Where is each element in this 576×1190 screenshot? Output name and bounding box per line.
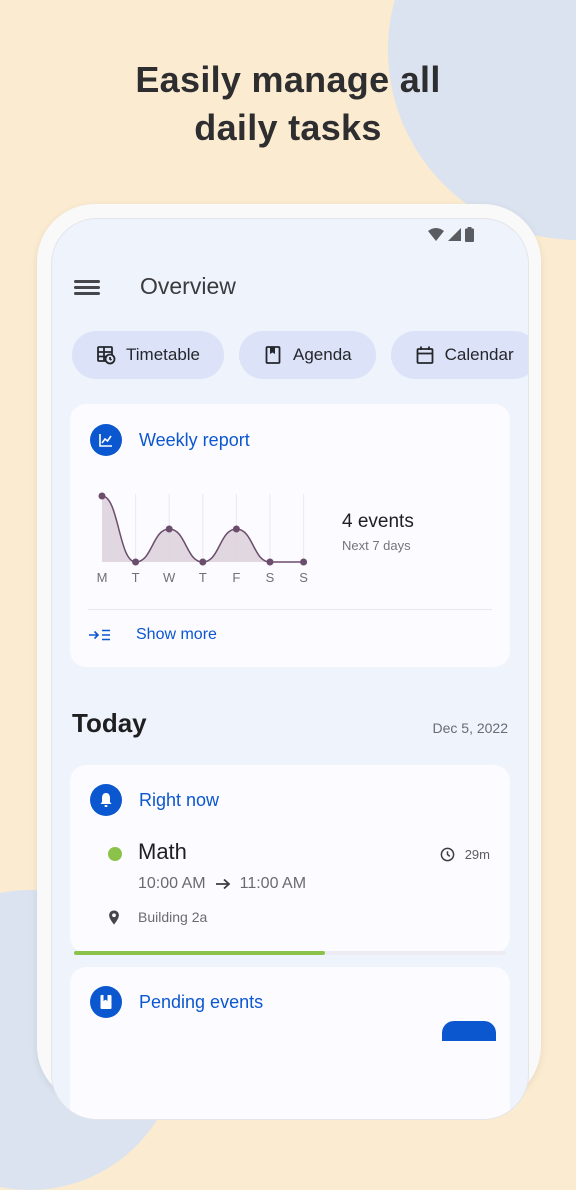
remaining-time-label: 29m [464,847,490,862]
event-location: Building 2a [108,909,207,925]
cellular-signal-icon [448,228,461,241]
chart-point [232,525,240,533]
divider [88,609,492,610]
chip-timetable[interactable]: Timetable [72,331,225,379]
bookmark-book-icon [90,986,122,1018]
chart-x-tick-label: T [132,570,140,585]
chart-point [300,558,308,566]
events-subtitle: Next 7 days [342,538,411,553]
card-title: Right now [139,789,220,810]
chart-x-tick-label: S [299,570,308,585]
end-time: 11:00 AM [239,875,307,892]
location-label: Building 2a [138,909,208,925]
chip-label: Calendar [444,345,514,364]
page-title: Overview [140,273,236,299]
start-time: 10:00 AM [138,875,206,892]
show-more-label: Show more [136,626,217,643]
chart-x-tick-label: M [97,570,108,585]
today-date: Dec 5, 2022 [432,720,509,736]
show-more-button[interactable]: Show more [88,626,217,644]
chart-x-tick-label: W [163,570,176,585]
today-heading: Today [72,708,147,738]
card-title: Pending events [139,991,264,1012]
app-screen: Overview Timetable Agenda Calendar Weekl… [51,218,529,1120]
battery-icon [465,227,474,242]
chip-label: Timetable [126,345,201,364]
chart-x-tick-label: S [266,570,275,585]
arrow-right-icon [215,878,230,890]
chart-point [132,558,140,566]
clock-icon [440,847,455,862]
event-progress-fill [74,951,325,955]
remaining-time: 29m [440,847,490,862]
event-name: Math [138,839,187,864]
chip-calendar[interactable]: Calendar [390,331,528,379]
chart-point [98,492,106,500]
hamburger-menu-icon[interactable] [74,277,100,299]
headline-line-2: daily tasks [194,107,382,148]
expand-list-icon [89,629,110,641]
chip-agenda[interactable]: Agenda [239,331,376,379]
calendar-icon [416,346,434,364]
pending-events-card[interactable]: Pending events [70,967,510,1119]
chip-label: Agenda [293,345,352,364]
quick-nav-chips: Timetable Agenda Calendar [72,331,528,379]
promo-headline: Easily manage all daily tasks [0,56,576,152]
bell-icon [90,784,122,816]
events-count: 4 events [342,511,414,532]
location-pin-icon [109,909,119,925]
event-progress-bar [74,951,506,955]
wifi-icon [428,228,444,241]
chart-point [266,558,274,566]
weekly-chart: MTWTFSS [97,492,308,585]
card-title: Weekly report [139,429,250,450]
chart-point [165,525,173,533]
event-color-dot [108,847,122,861]
chart-x-tick-label: F [232,570,240,585]
chart-line-icon [90,424,122,456]
timetable-icon [97,346,116,365]
pending-action-button[interactable] [442,1021,496,1041]
status-bar [428,227,474,242]
agenda-book-icon [265,346,281,364]
chart-x-tick-label: T [199,570,207,585]
headline-line-1: Easily manage all [135,59,441,100]
event-time-range: 10:00 AM 11:00 AM [138,875,306,893]
weekly-report-card[interactable]: Weekly report M T W T F S S 4 events Next 7 da… [70,404,510,667]
right-now-card[interactable]: Right now Math 29m 10:00 AM 11:00 AM Bui… [70,765,510,955]
chart-point [199,558,207,566]
